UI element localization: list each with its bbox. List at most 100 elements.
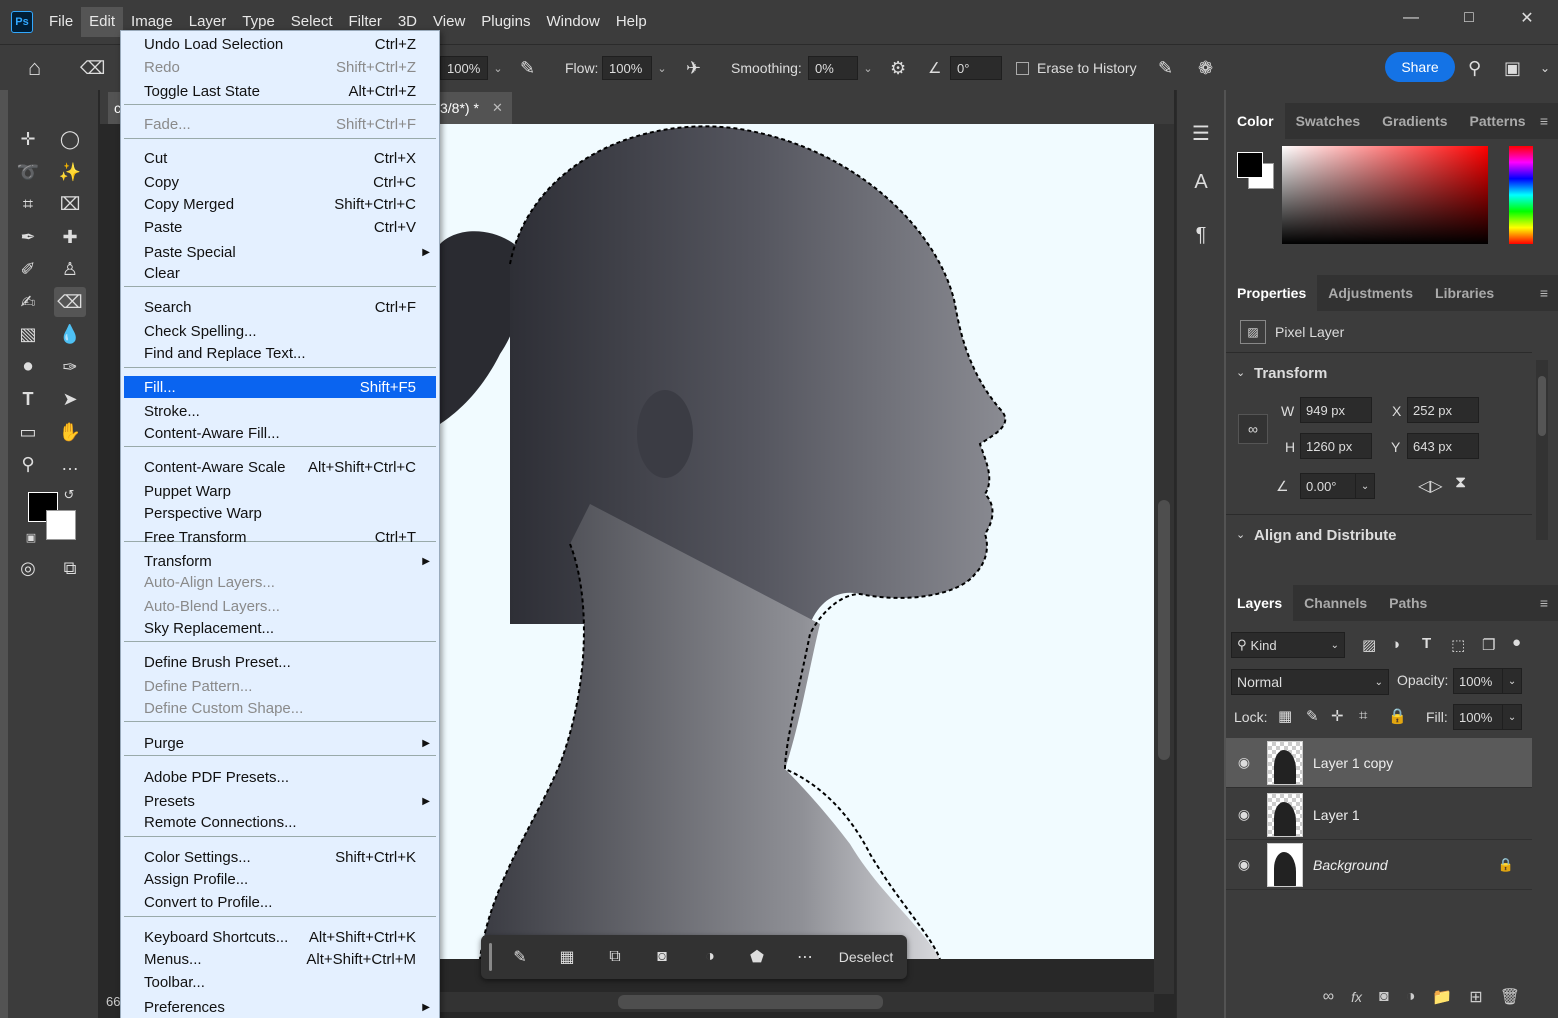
hand-tool-icon[interactable]: ✋: [54, 417, 86, 447]
adjustment-icon[interactable]: ◑: [695, 942, 725, 972]
gradient-tool-icon[interactable]: ▧: [12, 319, 44, 349]
chevron-down-icon[interactable]: ⌄: [652, 56, 672, 80]
x-field[interactable]: 252 px: [1407, 397, 1479, 423]
erase-to-history-checkbox[interactable]: [1016, 61, 1029, 75]
fill-bucket-icon[interactable]: ⬟: [742, 942, 772, 972]
drag-handle[interactable]: [489, 943, 492, 971]
search-icon[interactable]: ⚲: [1468, 55, 1481, 81]
menu-item-free-transform[interactable]: Free Transform Ctrl+T: [124, 526, 436, 548]
properties-scroll-thumb[interactable]: [1538, 376, 1546, 436]
blend-mode-select[interactable]: Normal ⌄: [1231, 669, 1389, 695]
lock-artboard-icon[interactable]: ⌗: [1359, 707, 1367, 724]
menu-item-stroke[interactable]: Stroke...: [124, 400, 436, 422]
rectangle-tool-icon[interactable]: ▭: [12, 417, 44, 447]
folder-icon[interactable]: 📁: [1432, 987, 1452, 1007]
transform-selection-icon[interactable]: ⧉: [600, 942, 630, 972]
chevron-down-icon[interactable]: ⌄: [1502, 704, 1522, 730]
width-field[interactable]: 949 px: [1300, 397, 1372, 423]
eraser-preset-icon[interactable]: ⌫: [80, 55, 105, 81]
menu-item-find-and-replace-text[interactable]: Find and Replace Text...: [124, 342, 436, 364]
eyedropper-icon[interactable]: ✒: [12, 222, 44, 252]
color-picker-field[interactable]: [1282, 146, 1488, 244]
trash-icon[interactable]: 🗑: [1500, 987, 1520, 1007]
tab-channels[interactable]: Channels: [1293, 585, 1378, 621]
menu-item-convert-to-profile[interactable]: Convert to Profile...: [124, 891, 436, 913]
menu-item-assign-profile[interactable]: Assign Profile...: [124, 868, 436, 890]
layer-name[interactable]: Layer 1: [1313, 807, 1360, 823]
layer-name[interactable]: Layer 1 copy: [1313, 755, 1393, 771]
default-colors-icon[interactable]: ▣: [22, 528, 40, 546]
dodge-tool-icon[interactable]: ⚫: [12, 352, 44, 382]
mask-icon[interactable]: ◙: [647, 942, 677, 972]
background-color-swatch[interactable]: [46, 510, 76, 540]
horizontal-scroll-thumb[interactable]: [618, 995, 883, 1009]
menu-item-content-aware-scale[interactable]: Content-Aware Scale Alt+Shift+Ctrl+C: [124, 456, 436, 478]
adjustment-layer-icon[interactable]: ◑: [1406, 988, 1416, 1006]
eye-icon[interactable]: ◉: [1226, 754, 1262, 771]
menu-item-auto-blend-layers[interactable]: Auto-Blend Layers...: [124, 595, 436, 617]
panel-menu-icon[interactable]: ≡: [1540, 285, 1548, 301]
lock-position-icon[interactable]: ✛: [1331, 707, 1344, 725]
zoom-tool-icon[interactable]: ⚲: [12, 449, 44, 479]
hue-slider[interactable]: [1509, 146, 1533, 244]
menu-item-color-settings[interactable]: Color Settings... Shift+Ctrl+K: [124, 846, 436, 868]
canvas[interactable]: [440, 124, 1154, 959]
menu-item-fade[interactable]: Fade... Shift+Ctrl+F: [124, 113, 436, 135]
select-subject-brush-icon[interactable]: ✎: [505, 942, 535, 972]
menu-item-define-brush-preset[interactable]: Define Brush Preset...: [124, 651, 436, 673]
menu-item-define-pattern[interactable]: Define Pattern...: [124, 675, 436, 697]
panel-menu-icon[interactable]: ≡: [1540, 595, 1548, 611]
lock-image-icon[interactable]: ✎: [1306, 707, 1319, 725]
menu-item-purge[interactable]: Purge ▶: [124, 732, 436, 754]
symmetry-icon[interactable]: ❁: [1198, 55, 1213, 81]
menu-item-content-aware-fill[interactable]: Content-Aware Fill...: [124, 422, 436, 444]
lock-transparent-icon[interactable]: ▦: [1278, 707, 1292, 725]
menu-item-paste[interactable]: Paste Ctrl+V: [124, 216, 436, 238]
deselect-button[interactable]: Deselect: [833, 942, 899, 972]
filter-kind-select[interactable]: ⚲ Kind ⌄: [1231, 632, 1345, 658]
close-icon[interactable]: ✕: [1498, 0, 1556, 36]
tab-libraries[interactable]: Libraries: [1424, 275, 1505, 311]
smoothing-field[interactable]: 0%: [808, 56, 858, 80]
menu-item-sky-replacement[interactable]: Sky Replacement...: [124, 617, 436, 639]
eye-icon[interactable]: ◉: [1226, 856, 1262, 873]
menu-item-clear[interactable]: Clear: [124, 262, 436, 284]
tab-adjustments[interactable]: Adjustments: [1317, 275, 1424, 311]
filter-type-icon[interactable]: T: [1422, 635, 1431, 652]
menu-item-perspective-warp[interactable]: Perspective Warp: [124, 502, 436, 524]
blur-tool-icon[interactable]: 💧: [54, 319, 86, 349]
brush-tool-icon[interactable]: ✐: [12, 254, 44, 284]
fx-icon[interactable]: fx: [1351, 989, 1362, 1005]
lasso-tool-icon[interactable]: ➰: [12, 157, 44, 187]
filter-smart-object-icon[interactable]: ❐: [1482, 636, 1495, 654]
tab-properties[interactable]: Properties: [1226, 275, 1318, 311]
tab-layers[interactable]: Layers: [1226, 585, 1294, 621]
history-panel-icon[interactable]: ☰: [1185, 116, 1217, 150]
menu-item-copy-merged[interactable]: Copy Merged Shift+Ctrl+C: [124, 193, 436, 215]
menu-item-preferences[interactable]: Preferences ▶: [124, 996, 436, 1018]
stamp-tool-icon[interactable]: ♙: [54, 254, 86, 284]
menu-item-remote-connections[interactable]: Remote Connections...: [124, 811, 436, 833]
menu-item-adobe-pdf-presets[interactable]: Adobe PDF Presets...: [124, 766, 436, 788]
y-field[interactable]: 643 px: [1407, 433, 1479, 459]
flip-vertical-icon[interactable]: ⧗: [1455, 474, 1466, 492]
tab-paths[interactable]: Paths: [1378, 585, 1438, 621]
menu-item-presets[interactable]: Presets ▶: [124, 790, 436, 812]
flow-field[interactable]: 100%: [602, 56, 652, 80]
rotation-field[interactable]: 0.00°: [1300, 473, 1356, 499]
home-icon[interactable]: ⌂: [28, 55, 41, 81]
flip-horizontal-icon[interactable]: ◁▷: [1418, 476, 1443, 496]
path-selection-icon[interactable]: ➤: [54, 384, 86, 414]
history-brush-icon[interactable]: ✍: [12, 287, 44, 317]
healing-brush-icon[interactable]: ✚: [54, 222, 86, 252]
more-options-icon[interactable]: ⋯: [790, 942, 820, 972]
menu-window[interactable]: Window: [538, 7, 607, 37]
menu-item-auto-align-layers[interactable]: Auto-Align Layers...: [124, 571, 436, 593]
filter-toggle-icon[interactable]: ●: [1512, 634, 1521, 651]
layer-name[interactable]: Background: [1313, 857, 1388, 873]
color-foreground-swatch[interactable]: [1237, 152, 1263, 178]
chevron-down-icon[interactable]: ⌄: [1236, 366, 1245, 379]
filter-shape-icon[interactable]: ⬚: [1451, 636, 1465, 654]
menu-item-toolbar[interactable]: Toolbar...: [124, 971, 436, 993]
chevron-down-icon[interactable]: ⌄: [488, 56, 508, 80]
